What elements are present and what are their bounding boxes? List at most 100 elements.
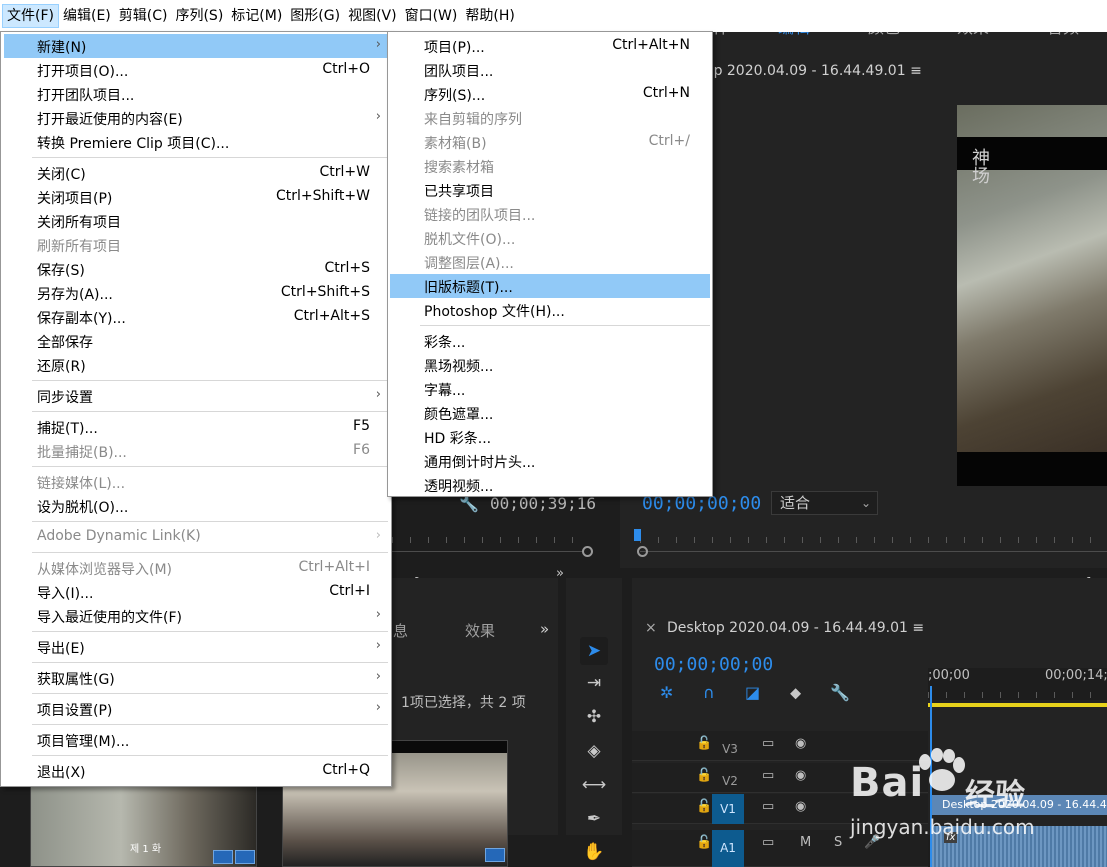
submenu-item-offline-file[interactable]: 脱机文件(O)... bbox=[390, 226, 710, 250]
submenu-item-search-bin[interactable]: 搜索素材箱 bbox=[390, 154, 710, 178]
submenu-item-photoshop-file[interactable]: Photoshop 文件(H)... bbox=[390, 298, 710, 322]
ripple-edit-tool-icon[interactable]: ✣ bbox=[580, 703, 608, 731]
add-marker-icon[interactable]: ⬥ bbox=[790, 683, 801, 703]
submenu-item-color-matte[interactable]: 颜色遮罩... bbox=[390, 401, 710, 425]
menu-item-make-offline[interactable]: 设为脱机(O)... bbox=[4, 494, 389, 518]
menu-clip[interactable]: 剪辑(C) bbox=[115, 4, 172, 28]
submenu-item-hd-bars[interactable]: HD 彩条... bbox=[390, 425, 710, 449]
menu-item-exit[interactable]: 退出(X) Ctrl+Q bbox=[4, 759, 389, 783]
mute-button[interactable]: M bbox=[800, 835, 811, 850]
menu-item-import-recent[interactable]: 导入最近使用的文件(F) › bbox=[4, 604, 389, 628]
menu-item-open-project[interactable]: 打开项目(O)... Ctrl+O bbox=[4, 58, 389, 82]
menu-help[interactable]: 帮助(H) bbox=[461, 4, 518, 28]
timeline-settings-wrench-icon[interactable]: 🔧 bbox=[830, 683, 850, 702]
menu-item-close[interactable]: 关闭(C) Ctrl+W bbox=[4, 161, 389, 185]
solo-button[interactable]: S bbox=[834, 835, 842, 850]
submenu-item-adjustment-layer[interactable]: 调整图层(A)... bbox=[390, 250, 710, 274]
eye-icon[interactable]: ◉ bbox=[795, 768, 806, 783]
work-area-bar[interactable] bbox=[928, 703, 1107, 707]
lock-icon[interactable]: 🔓 bbox=[696, 736, 712, 751]
project-tab-info[interactable]: 息 bbox=[393, 620, 408, 641]
menu-item-refresh-all[interactable]: 刷新所有项目 bbox=[4, 233, 389, 257]
menu-item-import-media-browser[interactable]: 从媒体浏览器导入(M) Ctrl+Alt+I bbox=[4, 556, 389, 580]
sync-lock-icon[interactable]: ▭ bbox=[762, 736, 774, 751]
lock-icon[interactable]: 🔓 bbox=[696, 799, 712, 814]
menu-item-revert[interactable]: 还原(R) bbox=[4, 353, 389, 377]
eye-icon[interactable]: ◉ bbox=[795, 736, 806, 751]
menu-view[interactable]: 视图(V) bbox=[344, 4, 401, 28]
program-scrubber[interactable] bbox=[640, 551, 1107, 552]
timeline-timecode[interactable]: 00;00;00;00 bbox=[654, 654, 773, 675]
project-tab-effects[interactable]: 效果 bbox=[465, 620, 495, 641]
menu-item-open-recent[interactable]: 打开最近使用的内容(E) › bbox=[4, 106, 389, 130]
hand-tool-icon[interactable]: ✋ bbox=[580, 838, 608, 866]
submenu-item-bars-tone[interactable]: 彩条... bbox=[390, 329, 710, 353]
track-select-tool-icon[interactable]: ⇥ bbox=[580, 669, 608, 697]
menu-shortcut: Ctrl+Alt+N bbox=[612, 37, 690, 53]
menu-item-project-settings[interactable]: 项目设置(P) › bbox=[4, 697, 389, 721]
source-out-handle[interactable] bbox=[582, 546, 593, 557]
submenu-item-sequence-from-clip[interactable]: 来自剪辑的序列 bbox=[390, 106, 710, 130]
track-label-a1[interactable]: A1 bbox=[712, 830, 744, 867]
menu-item-new[interactable]: 新建(N) › bbox=[4, 34, 389, 58]
pen-tool-icon[interactable]: ✒ bbox=[580, 805, 608, 833]
menu-item-import[interactable]: 导入(I)... Ctrl+I bbox=[4, 580, 389, 604]
menu-item-save[interactable]: 保存(S) Ctrl+S bbox=[4, 257, 389, 281]
submenu-item-shared-project[interactable]: 已共享项目 bbox=[390, 178, 710, 202]
submenu-item-linked-team-project[interactable]: 链接的团队项目... bbox=[390, 202, 710, 226]
submenu-item-countdown-leader[interactable]: 通用倒计时片头... bbox=[390, 449, 710, 473]
project-more-tabs-icon[interactable]: » bbox=[540, 620, 549, 638]
menu-item-open-team-project[interactable]: 打开团队项目... bbox=[4, 82, 389, 106]
menu-item-sync-settings[interactable]: 同步设置 › bbox=[4, 384, 389, 408]
menu-item-link-media[interactable]: 链接媒体(L)... bbox=[4, 470, 389, 494]
menu-item-save-copy[interactable]: 保存副本(Y)... Ctrl+Alt+S bbox=[4, 305, 389, 329]
razor-tool-icon[interactable]: ◈ bbox=[580, 737, 608, 765]
menu-markers[interactable]: 标记(M) bbox=[227, 4, 286, 28]
program-monitor-title[interactable]: op 2020.04.09 - 16.44.49.01 ≡ bbox=[705, 63, 922, 79]
sync-lock-icon[interactable]: ▭ bbox=[762, 799, 774, 814]
nest-icon[interactable]: ✲ bbox=[660, 683, 673, 702]
menu-sequence[interactable]: 序列(S) bbox=[171, 4, 227, 28]
slip-tool-icon[interactable]: ⟷ bbox=[580, 771, 608, 799]
source-scrubber[interactable] bbox=[392, 551, 582, 552]
submenu-item-captions[interactable]: 字幕... bbox=[390, 377, 710, 401]
track-label-v3[interactable]: V3 bbox=[717, 738, 743, 760]
menu-item-close-project[interactable]: 关闭项目(P) Ctrl+Shift+W bbox=[4, 185, 389, 209]
menu-item-export[interactable]: 导出(E) › bbox=[4, 635, 389, 659]
eye-icon[interactable]: ◉ bbox=[795, 799, 806, 814]
menu-item-dynamic-link[interactable]: Adobe Dynamic Link(K) › bbox=[4, 525, 389, 549]
fit-dropdown[interactable]: 适合 ⌄ bbox=[771, 491, 878, 515]
sync-lock-icon[interactable]: ▭ bbox=[762, 835, 774, 850]
menu-graphics[interactable]: 图形(G) bbox=[286, 4, 344, 28]
submenu-item-bin[interactable]: 素材箱(B) Ctrl+/ bbox=[390, 130, 710, 154]
track-label-v1[interactable]: V1 bbox=[712, 794, 744, 824]
menu-item-convert-clip[interactable]: 转换 Premiere Clip 项目(C)... bbox=[4, 130, 389, 154]
menu-item-save-all[interactable]: 全部保存 bbox=[4, 329, 389, 353]
menu-item-save-as[interactable]: 另存为(A)... Ctrl+Shift+S bbox=[4, 281, 389, 305]
menu-item-get-properties[interactable]: 获取属性(G) › bbox=[4, 666, 389, 690]
track-label-v2[interactable]: V2 bbox=[717, 770, 743, 792]
lock-icon[interactable]: 🔓 bbox=[696, 768, 712, 783]
menu-window[interactable]: 窗口(W) bbox=[401, 4, 462, 28]
submenu-item-project[interactable]: 项目(P)... Ctrl+Alt+N bbox=[390, 34, 710, 58]
menu-item-project-manager[interactable]: 项目管理(M)... bbox=[4, 728, 389, 752]
menu-edit[interactable]: 编辑(E) bbox=[59, 4, 115, 28]
linked-selection-icon[interactable]: ◪ bbox=[745, 683, 760, 702]
menu-file[interactable]: 文件(F) bbox=[2, 4, 59, 28]
selection-tool-icon[interactable]: ➤ bbox=[580, 637, 608, 665]
sync-lock-icon[interactable]: ▭ bbox=[762, 768, 774, 783]
submenu-item-black-video[interactable]: 黑场视频... bbox=[390, 353, 710, 377]
menu-item-close-all[interactable]: 关闭所有项目 bbox=[4, 209, 389, 233]
menu-item-batch-capture[interactable]: 批量捕捉(B)... F6 bbox=[4, 439, 389, 463]
snap-magnet-icon[interactable]: ∩ bbox=[703, 683, 715, 702]
menu-item-capture[interactable]: 捕捉(T)... F5 bbox=[4, 415, 389, 439]
program-playhead[interactable] bbox=[634, 529, 641, 541]
close-icon[interactable]: × bbox=[645, 620, 657, 636]
timeline-title[interactable]: Desktop 2020.04.09 - 16.44.49.01 ≡ bbox=[667, 620, 924, 636]
submenu-item-transparent-video[interactable]: 透明视频... bbox=[390, 473, 710, 497]
submenu-item-legacy-title[interactable]: 旧版标题(T)... bbox=[390, 274, 710, 298]
lock-icon[interactable]: 🔓 bbox=[696, 835, 712, 850]
submenu-item-team-project[interactable]: 团队项目... bbox=[390, 58, 710, 82]
submenu-item-sequence[interactable]: 序列(S)... Ctrl+N bbox=[390, 82, 710, 106]
program-in-handle[interactable] bbox=[637, 546, 648, 557]
